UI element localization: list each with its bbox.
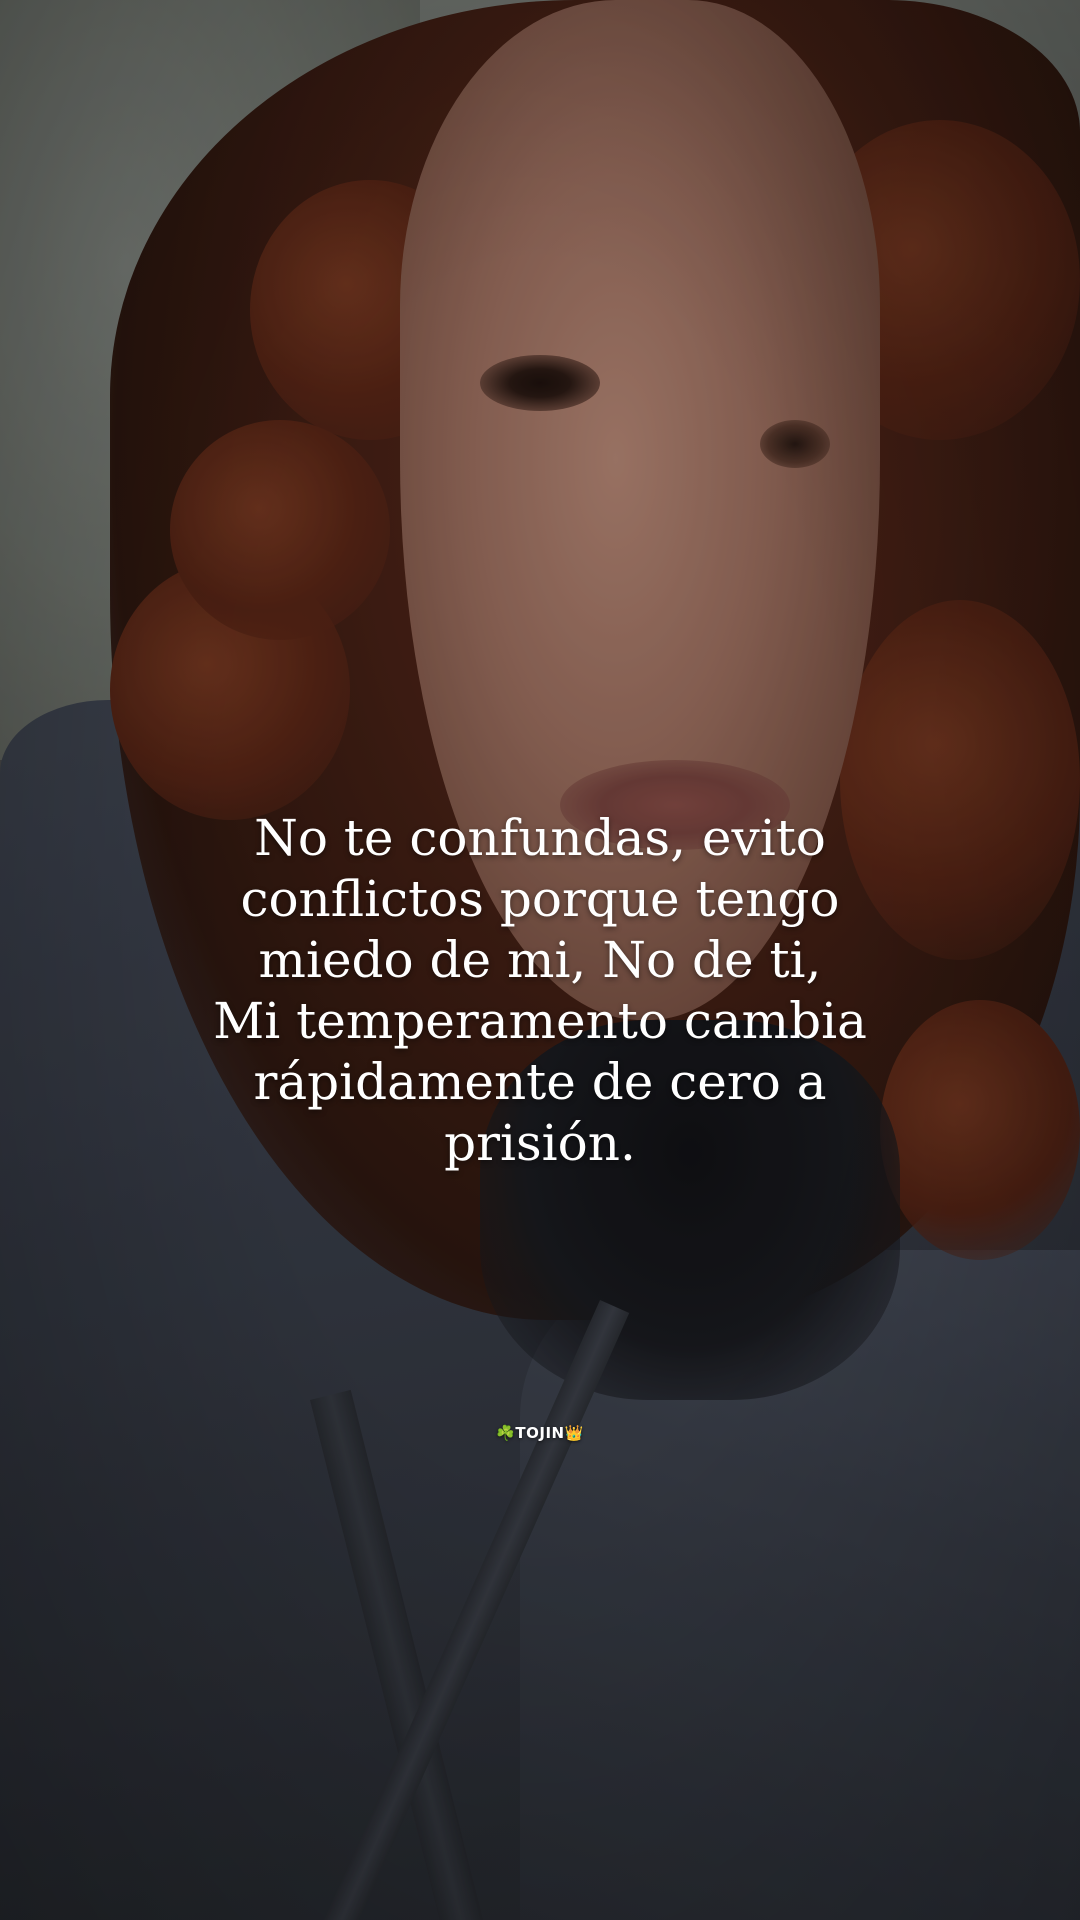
quote-text: No te confundas, evito conflictos porque…: [140, 808, 940, 1174]
story-frame: No te confundas, evito conflictos porque…: [0, 0, 1080, 1920]
watermark-text: ☘️TOJIN👑: [496, 1424, 584, 1442]
quote-line: prisión.: [444, 1114, 636, 1172]
quote-line: rápidamente de cero a: [253, 1053, 827, 1111]
quote-line: No te confundas, evito: [254, 809, 826, 867]
quote-line: miedo de mi, No de ti,: [258, 931, 822, 989]
quote-line: conflictos porque tengo: [240, 870, 840, 928]
quote-line: Mi temperamento cambia: [213, 992, 867, 1050]
